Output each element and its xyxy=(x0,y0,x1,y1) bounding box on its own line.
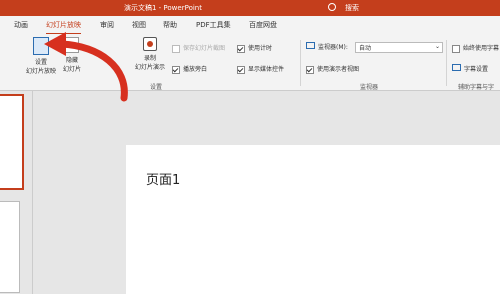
subtitle-settings-button[interactable]: 字幕设置 xyxy=(452,64,488,73)
slide-text[interactable]: 页面1 xyxy=(146,169,180,188)
tab-view[interactable]: 视图 xyxy=(132,20,146,30)
slide-thumbnail-2[interactable] xyxy=(0,201,20,293)
save-slide-screenshot-checkbox[interactable]: 保存幻灯片截图 xyxy=(172,43,225,53)
monitor-label: 监视器(M): xyxy=(306,42,348,51)
record-icon xyxy=(143,37,157,51)
always-use-subtitles-checkbox[interactable]: 始终使用字幕 xyxy=(452,43,499,53)
slide-thumbnails-pane xyxy=(0,91,33,294)
window-title: 演示文稿1 - PowerPoint xyxy=(124,4,202,12)
group-separator xyxy=(300,40,301,86)
monitor-select[interactable]: 自动 ⌄ xyxy=(355,42,443,53)
tab-baidu-netdisk[interactable]: 百度网盘 xyxy=(249,20,277,30)
group-label-monitor: 监视器 xyxy=(360,84,379,91)
slide-canvas[interactable]: 页面1 xyxy=(126,145,500,294)
group-label-setup: 设置 xyxy=(150,84,163,91)
tab-animations[interactable]: 动画 xyxy=(14,20,28,30)
show-media-controls-checkbox[interactable]: 显示媒体控件 xyxy=(237,64,284,74)
annotation-arrow xyxy=(44,32,128,102)
tab-help[interactable]: 帮助 xyxy=(163,20,177,30)
search-icon[interactable] xyxy=(328,3,336,11)
chevron-down-icon: ⌄ xyxy=(434,43,440,50)
search-box[interactable]: 搜索 xyxy=(345,3,359,13)
slide-thumbnail-1[interactable] xyxy=(0,94,24,190)
group-label-subtitles: 辅助字幕与字 xyxy=(458,84,495,91)
title-bar: 演示文稿1 - PowerPoint 搜索 xyxy=(0,0,500,16)
use-timing-checkbox[interactable]: 使用计时 xyxy=(237,43,272,53)
group-separator xyxy=(446,40,447,86)
play-narration-checkbox[interactable]: 播放旁白 xyxy=(172,64,207,74)
tab-review[interactable]: 审阅 xyxy=(100,20,114,30)
tab-pdf-tools[interactable]: PDF工具集 xyxy=(196,20,231,30)
use-presenter-view-checkbox[interactable]: 使用演示者视图 xyxy=(306,64,359,74)
